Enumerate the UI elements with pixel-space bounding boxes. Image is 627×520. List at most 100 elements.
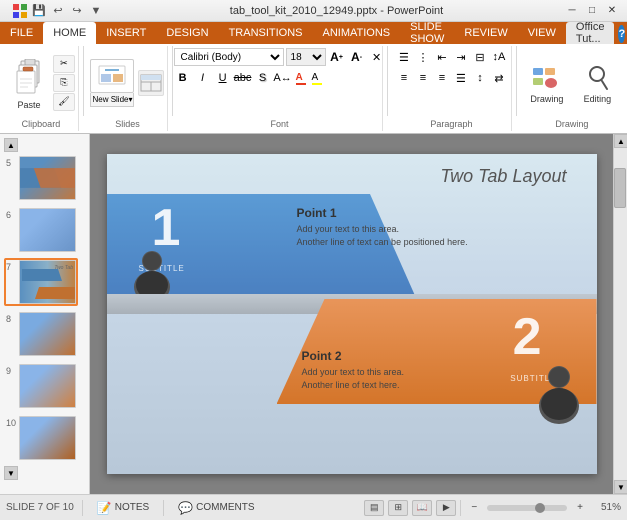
font-name-select[interactable]: Calibri (Body) <box>174 48 284 66</box>
convert-smartart-btn[interactable]: ⇄ <box>490 69 508 87</box>
slideshow-btn[interactable]: ▶ <box>436 500 456 516</box>
tab-insert[interactable]: INSERT <box>96 22 156 44</box>
window-title: tab_tool_kit_2010_12949.pptx - PowerPoin… <box>110 5 563 17</box>
justify-btn[interactable]: ☰ <box>452 69 470 87</box>
panel-scroll-up[interactable]: ▲ <box>4 138 18 152</box>
slide-thumb-10[interactable]: 10 <box>4 414 78 462</box>
slide-thumb-7[interactable]: 7 Two Tab <box>4 258 78 306</box>
minimize-btn[interactable]: ─ <box>563 3 581 19</box>
comments-icon: 💬 <box>178 501 193 515</box>
slide-thumb-8[interactable]: 8 <box>4 310 78 358</box>
vscroll-track[interactable] <box>614 148 627 480</box>
slide-img-8 <box>19 312 76 356</box>
text-highlight-btn[interactable]: A <box>312 72 322 85</box>
help-btn[interactable]: ? <box>618 25 625 43</box>
comments-label: COMMENTS <box>196 502 254 513</box>
tab-review[interactable]: REVIEW <box>454 22 517 44</box>
zoom-thumb[interactable] <box>535 503 545 513</box>
paragraph-label: Paragraph <box>430 117 472 129</box>
ribbon-group-paragraph: ☰ ⋮ ⇤ ⇥ ⊟ ↕A ≡ ≡ ≡ ☰ ↕ ⇄ Paragraph <box>392 46 512 131</box>
slide-sorter-btn[interactable]: ⊞ <box>388 500 408 516</box>
new-slide-btn[interactable]: New Slide ▾ <box>90 59 134 107</box>
strikethrough-btn[interactable]: abc <box>234 69 252 87</box>
clipboard-small-btns: ✂ ⎘ 🖌 <box>53 55 75 111</box>
text-direction-btn[interactable]: ↕A <box>490 48 508 66</box>
tab-home[interactable]: HOME <box>43 22 96 44</box>
zoom-in-btn[interactable]: + <box>571 501 589 514</box>
underline-btn[interactable]: U <box>214 69 232 87</box>
paste-btn[interactable]: Paste <box>7 54 51 112</box>
numbering-btn[interactable]: ⋮ <box>414 48 432 66</box>
status-divider-3 <box>460 500 461 516</box>
vscroll-up[interactable]: ▲ <box>614 134 627 148</box>
comments-btn[interactable]: 💬 COMMENTS <box>172 500 260 516</box>
new-slide-label: New Slide <box>92 95 128 104</box>
tab-file[interactable]: FILE <box>0 22 43 44</box>
align-right-btn[interactable]: ≡ <box>433 69 451 87</box>
align-center-btn[interactable]: ≡ <box>414 69 432 87</box>
tab-design[interactable]: DESIGN <box>156 22 218 44</box>
point2-line1: Add your text to this area. <box>302 366 405 379</box>
save-quick-btn[interactable]: 💾 <box>31 3 47 19</box>
window-controls: ─ □ ✕ <box>563 3 621 19</box>
slide-thumb-9[interactable]: 9 <box>4 362 78 410</box>
close-btn[interactable]: ✕ <box>603 3 621 19</box>
point1-text-area: Point 1 Add your text to this area. Anot… <box>297 206 468 248</box>
slide-canvas: Two Tab Layout 1 SUBTITLE <box>107 154 597 474</box>
italic-btn[interactable]: I <box>194 69 212 87</box>
zoom-slider[interactable] <box>487 505 567 511</box>
undo-quick-btn[interactable]: ↩ <box>50 3 66 19</box>
vscroll-thumb[interactable] <box>614 168 626 208</box>
slide-img-10 <box>19 416 76 460</box>
slide-background: Two Tab Layout 1 SUBTITLE <box>107 154 597 474</box>
align-left-btn[interactable]: ≡ <box>395 69 413 87</box>
font-row-1: Calibri (Body) 18 A+ A- ✕ <box>174 48 386 66</box>
panel-scroll-down[interactable]: ▼ <box>4 466 18 480</box>
tab-slideshow[interactable]: SLIDE SHOW <box>400 22 454 44</box>
new-slide-icon[interactable] <box>90 59 134 93</box>
editing-btn[interactable]: Editing <box>573 58 621 108</box>
notes-btn[interactable]: 📝 NOTES <box>91 500 155 516</box>
vscroll-down[interactable]: ▼ <box>614 480 627 494</box>
paste-label: Paste <box>17 100 40 110</box>
slide-img-9 <box>19 364 76 408</box>
columns-btn[interactable]: ⊟ <box>471 48 489 66</box>
divider-1 <box>83 46 84 116</box>
tab1-number: 1 <box>152 202 181 254</box>
bold-btn[interactable]: B <box>174 69 192 87</box>
zoom-out-btn[interactable]: − <box>465 501 483 514</box>
shrink-font-btn[interactable]: A- <box>348 48 366 66</box>
bullets-btn[interactable]: ☰ <box>395 48 413 66</box>
format-painter-btn[interactable]: 🖌 <box>53 93 75 111</box>
tab-view[interactable]: VIEW <box>518 22 566 44</box>
font-size-select[interactable]: 18 <box>286 48 326 66</box>
font-color-btn[interactable]: A <box>296 72 306 85</box>
tab-transitions[interactable]: TRANSITIONS <box>219 22 313 44</box>
status-divider-1 <box>82 500 83 516</box>
customize-quick-btn[interactable]: ▼ <box>88 3 104 19</box>
slide-thumb-5[interactable]: 5 <box>4 154 78 202</box>
app-icon <box>12 3 28 19</box>
slide-num-8: 8 <box>6 312 16 324</box>
tab-animations[interactable]: ANIMATIONS <box>313 22 401 44</box>
status-bar: SLIDE 7 OF 10 📝 NOTES 💬 COMMENTS ▤ ⊞ 📖 ▶… <box>0 494 627 520</box>
line-spacing-btn[interactable]: ↕ <box>471 69 489 87</box>
drawing-btn[interactable]: Drawing <box>522 58 571 108</box>
tab-office[interactable]: Office Tut... <box>566 22 615 44</box>
increase-indent-btn[interactable]: ⇥ <box>452 48 470 66</box>
maximize-btn[interactable]: □ <box>583 3 601 19</box>
copy-btn[interactable]: ⎘ <box>53 74 75 92</box>
redo-quick-btn[interactable]: ↪ <box>69 3 85 19</box>
decrease-indent-btn[interactable]: ⇤ <box>433 48 451 66</box>
font-content: Calibri (Body) 18 A+ A- ✕ B I U abc S A↔… <box>174 48 386 117</box>
cut-btn[interactable]: ✂ <box>53 55 75 73</box>
layout-btn[interactable] <box>138 70 164 96</box>
clear-format-btn[interactable]: ✕ <box>368 48 386 66</box>
normal-view-btn[interactable]: ▤ <box>364 500 384 516</box>
grow-font-btn[interactable]: A+ <box>328 48 346 66</box>
new-slide-dropdown[interactable]: New Slide ▾ <box>90 93 134 107</box>
spacing-btn[interactable]: A↔ <box>274 69 292 87</box>
shadow-btn[interactable]: S <box>254 69 272 87</box>
reading-view-btn[interactable]: 📖 <box>412 500 432 516</box>
slide-thumb-6[interactable]: 6 <box>4 206 78 254</box>
